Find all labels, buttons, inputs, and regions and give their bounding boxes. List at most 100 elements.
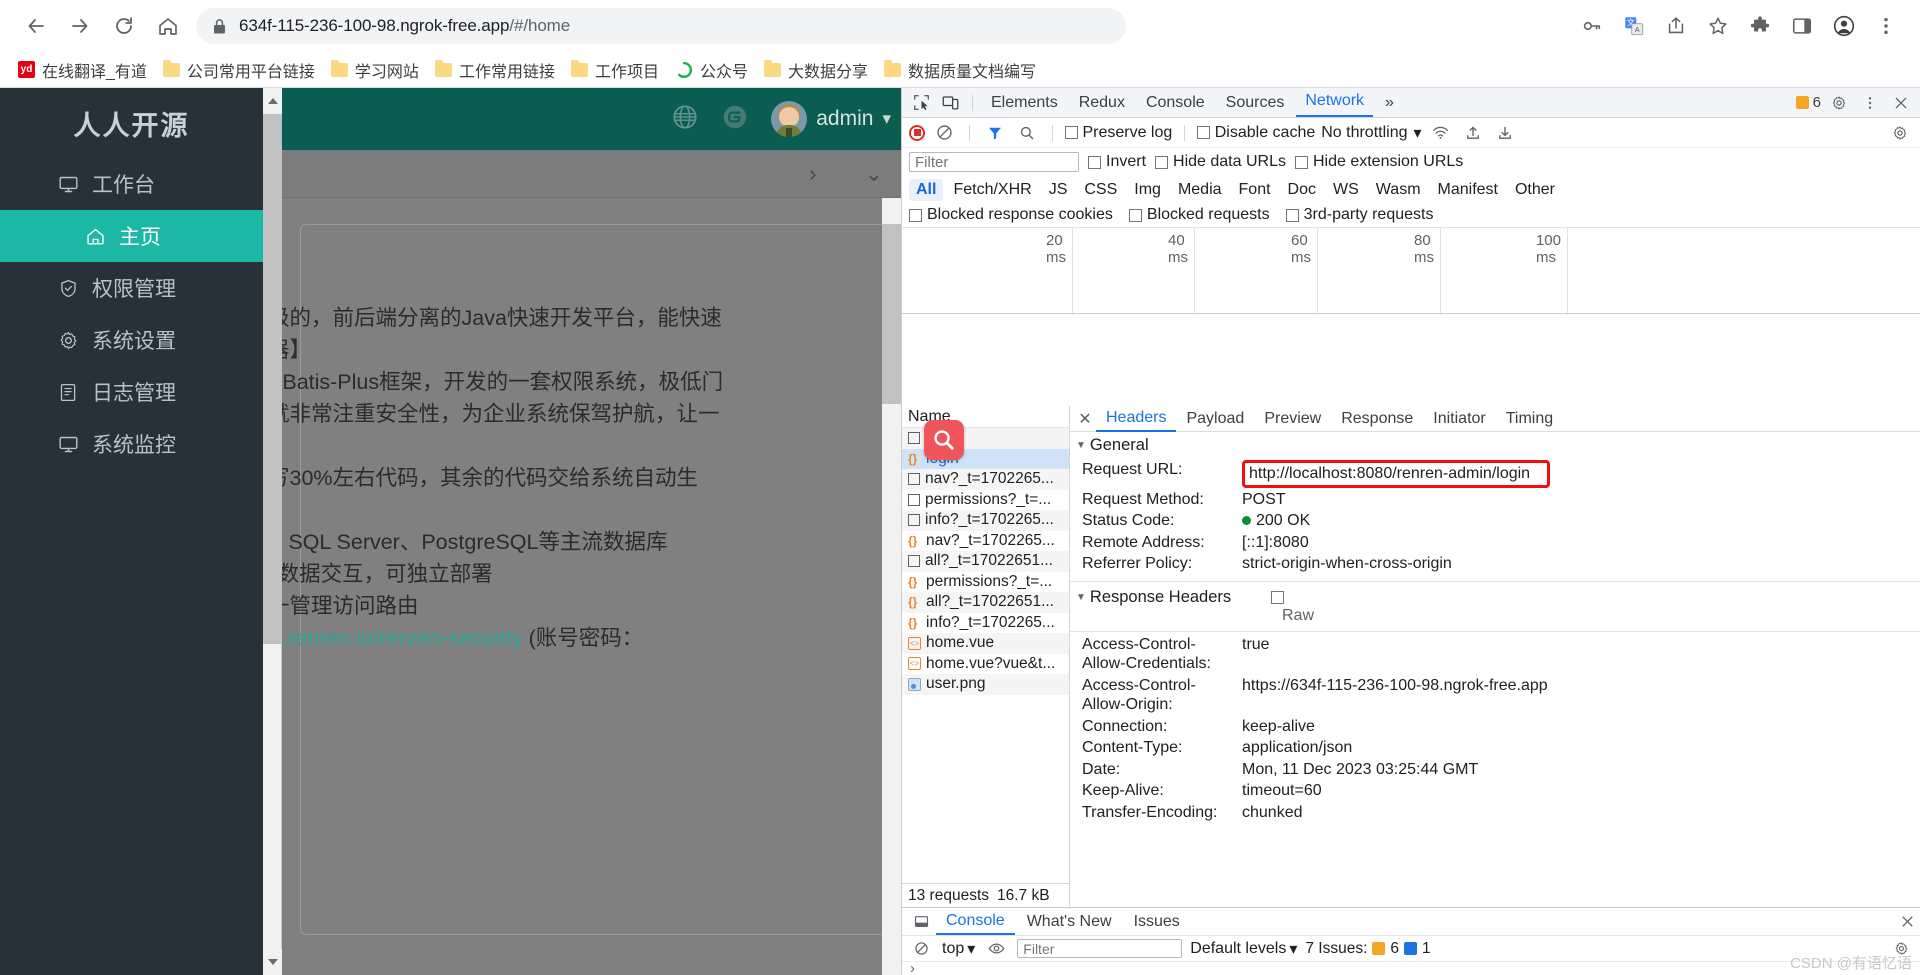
error-count-badge[interactable]: 6 (1795, 94, 1821, 111)
table-row[interactable]: user.png (902, 674, 1069, 695)
scrollbar-thumb[interactable] (263, 114, 282, 644)
hide-data-urls-checkbox[interactable]: Hide data URLs (1155, 153, 1286, 171)
drawer-tab-console[interactable]: Console (936, 909, 1015, 935)
browser-menu-button[interactable] (1866, 6, 1906, 46)
address-bar[interactable]: 634f-115-236-100-98.ngrok-free.app/#/hom… (196, 8, 1126, 44)
page-scrollbar[interactable] (263, 88, 282, 975)
type-filter-manifest[interactable]: Manifest (1431, 179, 1505, 201)
devtools-close-button[interactable] (1888, 91, 1914, 115)
search-button[interactable] (1014, 121, 1040, 145)
sidebar-item-logs[interactable]: 日志管理 (0, 366, 263, 418)
console-filter-input[interactable] (1017, 939, 1183, 958)
bookmark-item[interactable]: 数据质量文档编写 (876, 55, 1044, 85)
raw-checkbox[interactable] (1271, 590, 1285, 604)
tabs-dropdown-icon[interactable]: ⌄ (865, 161, 883, 187)
tab-network[interactable]: Network (1296, 89, 1374, 117)
checkbox[interactable] (1294, 155, 1308, 169)
close-detail-icon[interactable]: ✕ (1074, 409, 1096, 429)
import-har-button[interactable] (1460, 121, 1486, 145)
checkbox[interactable] (1285, 208, 1299, 222)
detail-tab-headers[interactable]: Headers (1096, 406, 1177, 432)
user-menu[interactable]: admin ▾ (771, 101, 891, 137)
drawer-close-button[interactable] (1894, 910, 1920, 934)
type-filter-doc[interactable]: Doc (1281, 179, 1323, 201)
type-filter-js[interactable]: JS (1042, 179, 1075, 201)
network-filter-input[interactable] (909, 152, 1079, 172)
reload-button[interactable] (102, 4, 146, 48)
drawer-tab-issues[interactable]: Issues (1124, 910, 1190, 934)
checkbox[interactable] (1065, 125, 1078, 139)
profile-button[interactable] (1824, 6, 1864, 46)
disable-cache-checkbox[interactable]: Disable cache (1197, 124, 1315, 142)
tabs-next-icon[interactable]: › (809, 161, 816, 187)
sidebar-item-settings[interactable]: 系统设置 (0, 314, 263, 366)
type-filter-wasm[interactable]: Wasm (1369, 179, 1428, 201)
checkbox[interactable] (909, 208, 922, 222)
table-row[interactable]: info?_t=1702265... (902, 510, 1069, 531)
type-filter-fetch-xhr[interactable]: Fetch/XHR (946, 179, 1038, 201)
sidebar-item-home[interactable]: 主页 (0, 210, 263, 262)
table-row[interactable]: <> home.vue (902, 633, 1069, 654)
password-key-button[interactable] (1572, 6, 1612, 46)
bookmark-item[interactable]: 公司常用平台链接 (155, 55, 323, 85)
throttling-caret[interactable]: ▾ (1414, 123, 1422, 143)
globe-icon[interactable] (671, 103, 699, 136)
console-input-prompt[interactable]: › (902, 961, 1920, 975)
back-button[interactable] (14, 4, 58, 48)
tab-redux[interactable]: Redux (1070, 91, 1134, 115)
table-row[interactable]: {} permissions?_t=... (902, 572, 1069, 593)
network-conditions-button[interactable] (1428, 121, 1454, 145)
type-filter-font[interactable]: Font (1232, 179, 1278, 201)
translate-button[interactable]: 文A (1614, 6, 1654, 46)
record-stop-icon[interactable] (909, 124, 925, 141)
bookmark-item[interactable]: 大数据分享 (756, 55, 876, 85)
export-har-button[interactable] (1492, 121, 1518, 145)
tab-sources[interactable]: Sources (1217, 91, 1294, 115)
table-row[interactable]: {} nav?_t=1702265... (902, 531, 1069, 552)
hide-extension-urls-checkbox[interactable]: Hide extension URLs (1294, 153, 1463, 171)
share-button[interactable] (1656, 6, 1696, 46)
blocked-response-cookies-checkbox[interactable]: Blocked response cookies (909, 206, 1113, 224)
scrollbar-thumb[interactable] (882, 224, 901, 404)
scroll-down-button[interactable] (263, 949, 282, 975)
table-row[interactable]: <> home.vue?vue&t... (902, 654, 1069, 675)
network-settings-button[interactable] (1887, 121, 1913, 145)
clear-network-button[interactable] (931, 121, 957, 145)
type-filter-all[interactable]: All (909, 178, 944, 201)
console-issues-summary[interactable]: 7 Issues: 6 1 (1305, 940, 1430, 958)
throttling-select[interactable]: No throttling (1321, 124, 1407, 142)
general-section-title[interactable]: ▼ General (1070, 432, 1920, 459)
bookmark-item[interactable]: 公众号 (667, 55, 756, 85)
type-filter-other[interactable]: Other (1508, 179, 1562, 201)
bookmark-item[interactable]: 工作常用链接 (427, 55, 563, 85)
table-row[interactable]: permissions?_t=... (902, 490, 1069, 511)
devtools-more-button[interactable] (1857, 91, 1883, 115)
detail-tab-timing[interactable]: Timing (1496, 407, 1563, 431)
blocked-requests-checkbox[interactable]: Blocked requests (1128, 206, 1270, 224)
filter-toggle-button[interactable] (982, 121, 1008, 145)
tab-elements[interactable]: Elements (982, 91, 1067, 115)
checkbox[interactable] (1088, 155, 1101, 169)
detail-tab-response[interactable]: Response (1331, 407, 1423, 431)
third-party-requests-checkbox[interactable]: 3rd-party requests (1285, 206, 1433, 224)
type-filter-ws[interactable]: WS (1326, 179, 1366, 201)
content-scrollbar[interactable] (882, 198, 901, 975)
bookmark-button[interactable] (1698, 6, 1738, 46)
detail-tab-payload[interactable]: Payload (1176, 407, 1254, 431)
detail-tab-preview[interactable]: Preview (1254, 407, 1331, 431)
bookmark-item[interactable]: yd 在线翻译_有道 (10, 55, 155, 85)
sidebar-item-workbench[interactable]: 工作台 (0, 158, 263, 210)
table-row[interactable]: {} all?_t=17022651... (902, 592, 1069, 613)
demo-link[interactable]: lemo.open.renren.io/renren-security (282, 626, 523, 650)
clear-console-button[interactable] (908, 937, 934, 961)
type-filter-css[interactable]: CSS (1077, 179, 1124, 201)
tab-console[interactable]: Console (1137, 91, 1214, 115)
extensions-button[interactable] (1740, 6, 1780, 46)
table-row[interactable]: {} info?_t=1702265... (902, 613, 1069, 634)
drawer-dock-button[interactable] (908, 910, 934, 934)
checkbox[interactable] (1128, 208, 1142, 222)
type-filter-img[interactable]: Img (1127, 179, 1168, 201)
home-button[interactable] (146, 4, 190, 48)
device-toolbar-button[interactable] (937, 91, 963, 115)
detail-tab-initiator[interactable]: Initiator (1423, 407, 1495, 431)
